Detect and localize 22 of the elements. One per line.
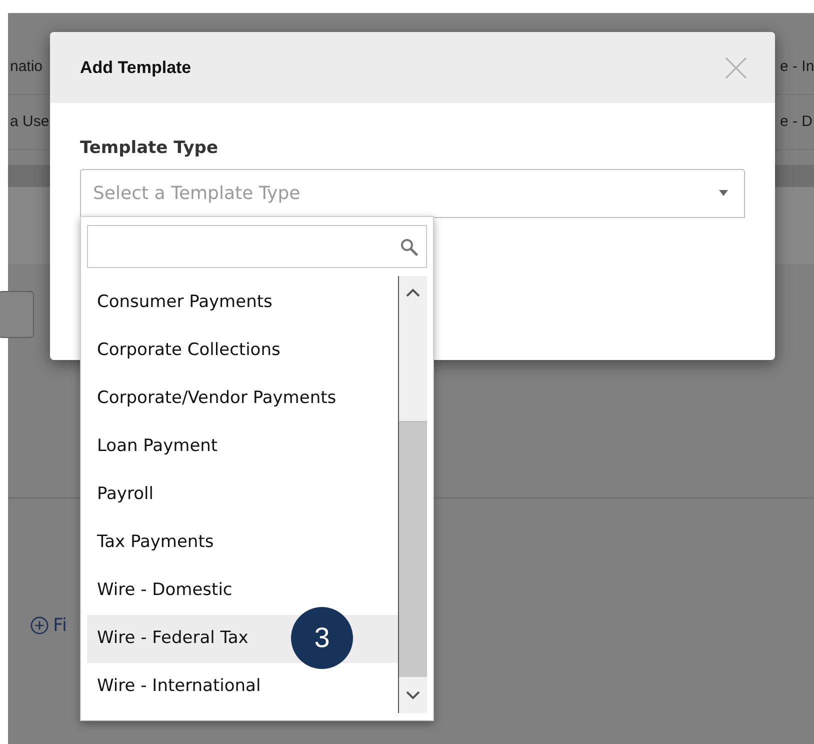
table-cell-text: a Use — [9, 112, 50, 132]
option-item[interactable]: Tax Payments — [87, 519, 398, 567]
field-label: Template Type — [80, 137, 219, 160]
table-cell-text: e - D — [780, 112, 814, 132]
plus-circle-icon — [30, 616, 49, 635]
option-item[interactable]: Corporate Collections — [87, 327, 398, 375]
table-cell-text: natio — [9, 56, 43, 77]
search-field[interactable] — [87, 225, 427, 268]
scrollbar[interactable] — [399, 276, 427, 713]
dialog-title: Add Template — [80, 56, 192, 79]
option-item[interactable]: Corporate/Vendor Payments — [87, 375, 398, 423]
table-cell-text: e - In — [780, 56, 814, 77]
scroll-down-icon[interactable] — [406, 691, 420, 700]
button-edge[interactable] — [0, 290, 34, 338]
caret-icon — [719, 190, 728, 196]
option-item[interactable]: Loan Payment — [87, 423, 398, 471]
option-item[interactable]: Payroll — [87, 471, 398, 519]
option-item[interactable]: Consumer Payments — [87, 279, 398, 327]
search-icon — [400, 238, 418, 256]
scrollbar-thumb[interactable] — [399, 421, 427, 677]
scroll-up-icon[interactable] — [406, 288, 420, 297]
close-icon[interactable] — [725, 56, 747, 78]
